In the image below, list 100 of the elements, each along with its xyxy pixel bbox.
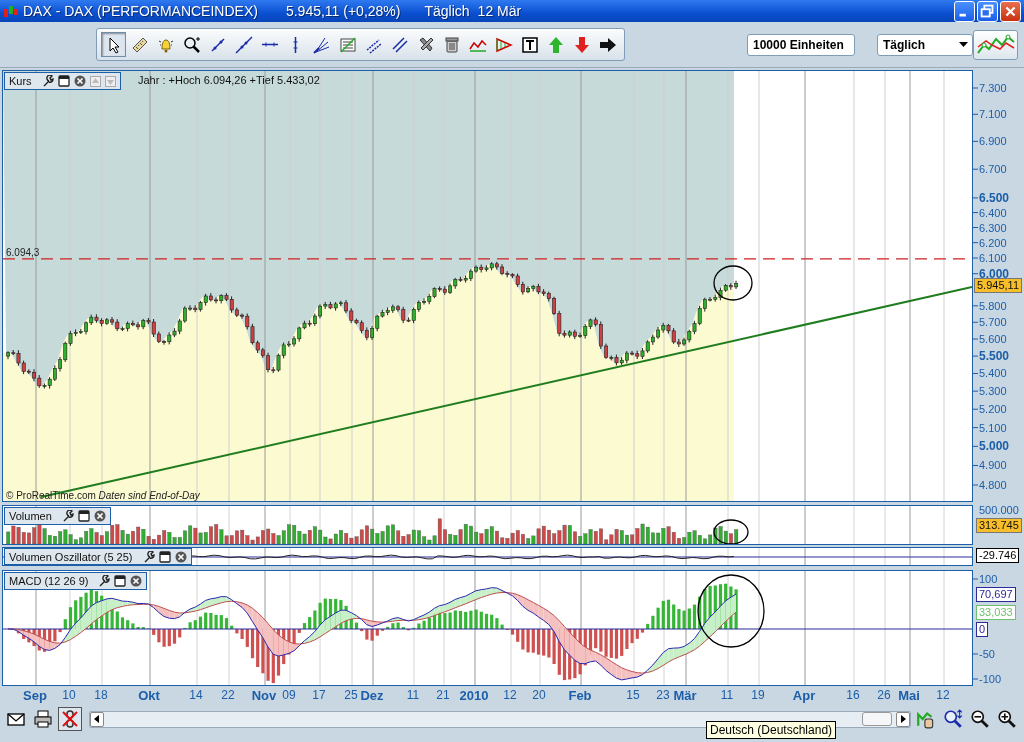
macd-value-badge: 70,697 [976, 586, 1016, 602]
date-label: 12 [503, 688, 517, 702]
axis-label: 6.500 [979, 190, 1010, 205]
macd-value-badge: 0 [976, 622, 989, 637]
axis-label: 6.400 [979, 206, 1007, 219]
close-icon[interactable] [73, 75, 86, 87]
window-icon[interactable] [57, 75, 70, 87]
volume-badge: 313.745 [976, 518, 1022, 533]
vertical-line-icon [293, 36, 298, 53]
restore-button[interactable] [977, 0, 998, 22]
axis-label: 6.000 [979, 266, 1010, 281]
right-arrow-icon [598, 35, 617, 54]
date-label: 20 [532, 688, 546, 702]
down-arrow-icon [572, 35, 591, 54]
date-label: 09 [282, 688, 296, 702]
scroll-right-button[interactable] [896, 711, 910, 727]
date-label: 18 [94, 688, 108, 702]
scrollbar-thumb[interactable] [862, 711, 892, 726]
wrench-icon[interactable] [142, 550, 155, 563]
minimize-button[interactable] [954, 0, 975, 22]
close-icon[interactable] [174, 550, 187, 563]
date-label: Mär [673, 688, 697, 703]
date-label: Sep [23, 688, 47, 703]
axis-label: 4.900 [979, 459, 1007, 472]
zoom-fit-icon [943, 709, 963, 729]
quote-value: 5.945,11 (+0,28%) [285, 3, 401, 19]
axis-label: 5.200 [979, 403, 1007, 416]
circle-annotation[interactable] [713, 265, 753, 301]
right-arrow-icon [900, 715, 906, 723]
zoom-out-icon [970, 709, 990, 729]
date-label: Mai [898, 688, 920, 703]
chart-hand-icon [916, 709, 936, 729]
language-tooltip: Deutsch (Deutschland) [706, 721, 837, 739]
date-label: 23 [656, 688, 670, 702]
left-arrow-icon [94, 715, 100, 723]
date-label: Dez [360, 688, 384, 703]
period-label: Täglich [424, 3, 470, 19]
year-range-text: Jahr : +Hoch 6.094,26 +Tief 5.433,02 [138, 74, 320, 86]
date-label: 15 [626, 688, 640, 702]
panel-title: MACD (12 26 9) [9, 575, 89, 587]
close-icon[interactable] [93, 510, 106, 522]
date-label: Nov [251, 688, 277, 703]
crossed-chain-icon [61, 710, 79, 728]
panel-title: Kurs [9, 75, 32, 87]
quantity-dropdown[interactable]: 10000 Einheiten [747, 33, 855, 56]
wrench-icon[interactable] [61, 510, 74, 522]
fibonacci-icon [338, 35, 357, 54]
circle-annotation[interactable] [713, 519, 749, 544]
close-button[interactable] [1000, 0, 1021, 22]
date-label: Apr [792, 688, 816, 703]
axis-label: 6.100 [979, 252, 1007, 265]
axis-label: -100 [979, 673, 1002, 685]
parallel-lines-icon [390, 35, 409, 54]
date-label: 2010 [459, 688, 489, 703]
zoom-in-icon [997, 709, 1017, 729]
date-label: 11 [406, 688, 420, 702]
price-badge: 5.945,11 [974, 278, 1022, 294]
crossed-chain-button[interactable] [58, 707, 82, 731]
window-icon[interactable] [77, 510, 90, 522]
caret-icon [959, 41, 969, 48]
date-label: 11 [720, 688, 734, 702]
axis-label: -50 [979, 648, 995, 660]
date-label: 12 Mär [477, 3, 522, 19]
text-icon [520, 35, 539, 54]
axis-label: 5.700 [979, 316, 1007, 329]
date-label: 19 [751, 688, 765, 702]
axis-label: 5.500 [979, 349, 1010, 364]
window-icon[interactable] [114, 575, 127, 587]
axis-label: 7.100 [979, 108, 1007, 121]
axis-label: 5.000 [979, 439, 1010, 454]
axis-label: 6.200 [979, 236, 1007, 249]
axis-label: 6.300 [979, 221, 1007, 234]
printer-button[interactable] [31, 707, 55, 731]
app-icon [3, 3, 19, 19]
date-label: 12 [936, 688, 950, 702]
pointer-tool-button[interactable] [101, 32, 126, 57]
scroll-left-button[interactable] [90, 711, 104, 727]
axis-label: 500.000 [979, 505, 1019, 516]
up-arrow-icon [546, 35, 565, 54]
axis-label: 5.400 [979, 367, 1007, 380]
panel-title: Volumen Oszillator (5 25) [9, 550, 133, 563]
window-icon[interactable] [158, 550, 171, 563]
circle-annotation[interactable] [697, 574, 765, 648]
panel-title: Volumen [9, 510, 52, 522]
axis-label: 5.800 [979, 299, 1007, 312]
axis-label: 5.600 [979, 333, 1007, 346]
interval-dropdown[interactable]: Täglich [877, 33, 974, 56]
horizontal-line-icon [261, 42, 278, 47]
ray-icon [234, 35, 253, 54]
indicators-button[interactable] [973, 29, 1018, 60]
axis-label: 7.300 [979, 82, 1007, 94]
wrench-icon[interactable] [41, 75, 54, 87]
axis-label: 4.800 [979, 479, 1007, 491]
axis-label: 5.300 [979, 385, 1007, 398]
close-icon[interactable] [130, 575, 143, 587]
wrench-icon[interactable] [98, 575, 111, 587]
date-label: 16 [846, 688, 860, 702]
axis-label: 6.900 [979, 135, 1007, 148]
macd-value-badge: 33,033 [976, 605, 1016, 621]
window-title: DAX - DAX (PERFORMANCEINDEX) [23, 3, 258, 19]
